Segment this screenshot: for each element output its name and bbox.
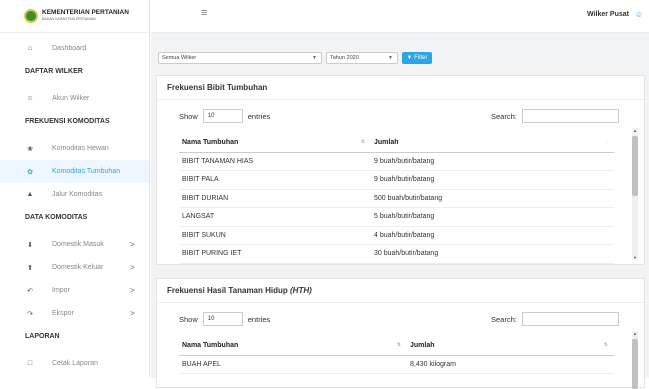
table-row: BIBIT PURING IET 30 buah/butir/batang (179, 244, 614, 264)
brand-title: KEMENTERIAN PERTANIAN BADAN KARANTINA PER… (42, 9, 129, 21)
cell-jumlah: 30 buah/butir/batang (371, 244, 614, 264)
column-header-nama[interactable]: Nama Tumbuhan ⇅ (179, 336, 407, 356)
sidebar-item-domestik-keluar[interactable]: ⬆ Domestik Keluar > (0, 256, 149, 279)
main-content: Semua Wilker ▼ Tahun 2020 ▼ ▼ Filter Freku… (151, 33, 649, 389)
cell-jumlah: 8,430 kilogram (407, 355, 614, 374)
users-icon: ☺ (26, 95, 34, 102)
scroll-up-icon[interactable]: ▲ (632, 128, 638, 133)
cell-jumlah: 9 buah/butir/batang (371, 170, 614, 190)
download-icon: ⬇ (27, 241, 33, 249)
sort-icon: ⇅ (603, 341, 608, 348)
import-icon: ↶ (27, 287, 33, 295)
chevron-right-icon: > (130, 263, 135, 272)
hamburger-icon[interactable]: ≡ (201, 7, 207, 19)
sort-icon: ⇅ (360, 138, 365, 145)
upload-icon: ⬆ (27, 264, 33, 272)
wilker-select[interactable]: Semua Wilker ▼ (158, 52, 322, 64)
user-avatar-icon[interactable]: ☺ (635, 10, 643, 19)
search-control: Search: (491, 109, 619, 123)
bibit-table: Nama Tumbuhan ⇅ Jumlah ↓ BIBIT TANAMAN HIA… (179, 133, 614, 264)
section-daftar-wilker: DAFTAR WILKER (25, 68, 83, 75)
table-row: BIBIT TANAMAN HIAS 9 buah/butir/batang (179, 152, 614, 171)
entries-control: Show 10 entries (179, 312, 270, 326)
sidebar-item-komoditas-tumbuhan[interactable]: ✿ Komoditas Tumbuhan (0, 160, 149, 183)
cell-nama: LANGSAT (179, 207, 371, 227)
chevron-right-icon: > (130, 286, 135, 295)
plant-icon: ✿ (27, 168, 33, 176)
animal-icon: ❀ (27, 145, 33, 153)
search-input[interactable] (521, 109, 619, 123)
sidebar-nav: ⌂ Dashboard DAFTAR WILKER ☺ Akun Wilker FR… (0, 37, 149, 375)
document-icon: □ (27, 360, 33, 367)
entries-select[interactable]: 10 (202, 312, 243, 326)
cell-nama: BIBIT DURIAN (179, 189, 371, 208)
cell-nama: BUAH APEL (179, 355, 407, 374)
ministry-emblem-icon (24, 9, 38, 23)
scrollbar[interactable]: ▲ (632, 331, 638, 389)
brand-logo[interactable]: KEMENTERIAN PERTANIAN BADAN KARANTINA PER… (0, 0, 149, 33)
sidebar-item-impor[interactable]: ↶ Impor > (0, 279, 149, 302)
caret-down-icon: ▼ (312, 55, 317, 61)
table-row: BUAH APEL 8,430 kilogram (179, 355, 614, 374)
entries-select[interactable]: 10 (202, 109, 243, 123)
sidebar-item-akun-wilker[interactable]: ☺ Akun Wilker (0, 87, 149, 110)
section-data-komoditas: DATA KOMODITAS (25, 214, 88, 221)
column-header-jumlah[interactable]: Jumlah ↓ (371, 133, 614, 153)
table-row: BIBIT DURIAN 500 buah/butir/batang (179, 189, 614, 208)
sidebar-item-cetak-laporan[interactable]: □ Cetak Laporan (0, 352, 149, 375)
scrollbar[interactable]: ▲ ▼ (632, 128, 638, 260)
user-name[interactable]: Wilker Pusat (587, 11, 629, 18)
filter-icon: ▼ (406, 55, 415, 61)
bibit-tumbuhan-card: Frekuensi Bibit Tumbuhan Show 10 entries… (156, 75, 645, 265)
topbar: ≡ Wilker Pusat ☺ (151, 0, 649, 33)
route-icon: ▲ (26, 191, 34, 198)
card-title: Frekuensi Hasil Tanaman Hidup (HTH) (157, 279, 644, 303)
sort-icon: ⇅ (396, 341, 401, 348)
tahun-select[interactable]: Tahun 2020 ▼ (326, 52, 398, 64)
chevron-right-icon: > (130, 309, 135, 318)
section-laporan: LAPORAN (25, 333, 60, 340)
sidebar-item-dashboard[interactable]: ⌂ Dashboard (0, 37, 149, 60)
column-header-nama[interactable]: Nama Tumbuhan ⇅ (179, 133, 371, 153)
export-icon: ↷ (27, 310, 33, 318)
home-icon: ⌂ (27, 45, 33, 52)
scroll-down-icon[interactable]: ▼ (632, 255, 638, 260)
sidebar-item-komoditas-hewan[interactable]: ❀ Komoditas Hewan (0, 137, 149, 160)
search-input[interactable] (521, 312, 619, 326)
sidebar-item-ekspor[interactable]: ↷ Ekspor > (0, 302, 149, 325)
sidebar-item-domestik-masuk[interactable]: ⬇ Domestik Masuk > (0, 233, 149, 256)
filter-bar: Semua Wilker ▼ Tahun 2020 ▼ ▼ Filter (158, 52, 432, 64)
table-row: LANGSAT 5 buah/butir/batang (179, 207, 614, 227)
entries-control: Show 10 entries (179, 109, 270, 123)
scrollbar-thumb[interactable] (632, 136, 638, 196)
section-frekuensi-komoditas: FREKUENSI KOMODITAS (25, 118, 110, 125)
cell-jumlah: 5 buah/butir/batang (371, 207, 614, 227)
caret-down-icon: ▼ (388, 55, 393, 61)
cell-nama: BIBIT TANAMAN HIAS (179, 152, 371, 171)
search-control: Search: (491, 312, 619, 326)
cell-nama: BIBIT PALA (179, 170, 371, 190)
scrollbar-thumb[interactable] (632, 339, 638, 389)
cell-jumlah: 4 buah/butir/batang (371, 226, 614, 245)
table-row: BIBIT SUKUN 4 buah/butir/batang (179, 226, 614, 245)
sort-icon: ↓ (605, 138, 609, 145)
hth-card: Frekuensi Hasil Tanaman Hidup (HTH) Show… (156, 278, 645, 389)
cell-nama: BIBIT PURING IET (179, 244, 371, 264)
table-row: BIBIT PALA 9 buah/butir/batang (179, 170, 614, 190)
column-header-jumlah[interactable]: Jumlah ⇅ (407, 336, 614, 356)
filter-button[interactable]: ▼ Filter (402, 52, 432, 64)
scroll-up-icon[interactable]: ▲ (632, 331, 638, 336)
sidebar-item-jalur-komoditas[interactable]: ▲ Jalur Komoditas (0, 183, 149, 206)
card-title: Frekuensi Bibit Tumbuhan (157, 76, 644, 100)
hth-table: Nama Tumbuhan ⇅ Jumlah ⇅ BUAH APEL 8,430 ki… (179, 336, 614, 374)
cell-jumlah: 9 buah/butir/batang (371, 152, 614, 171)
cell-jumlah: 500 buah/butir/batang (371, 189, 614, 208)
sidebar: KEMENTERIAN PERTANIAN BADAN KARANTINA PER… (0, 0, 150, 378)
chevron-right-icon: > (130, 240, 135, 249)
cell-nama: BIBIT SUKUN (179, 226, 371, 245)
